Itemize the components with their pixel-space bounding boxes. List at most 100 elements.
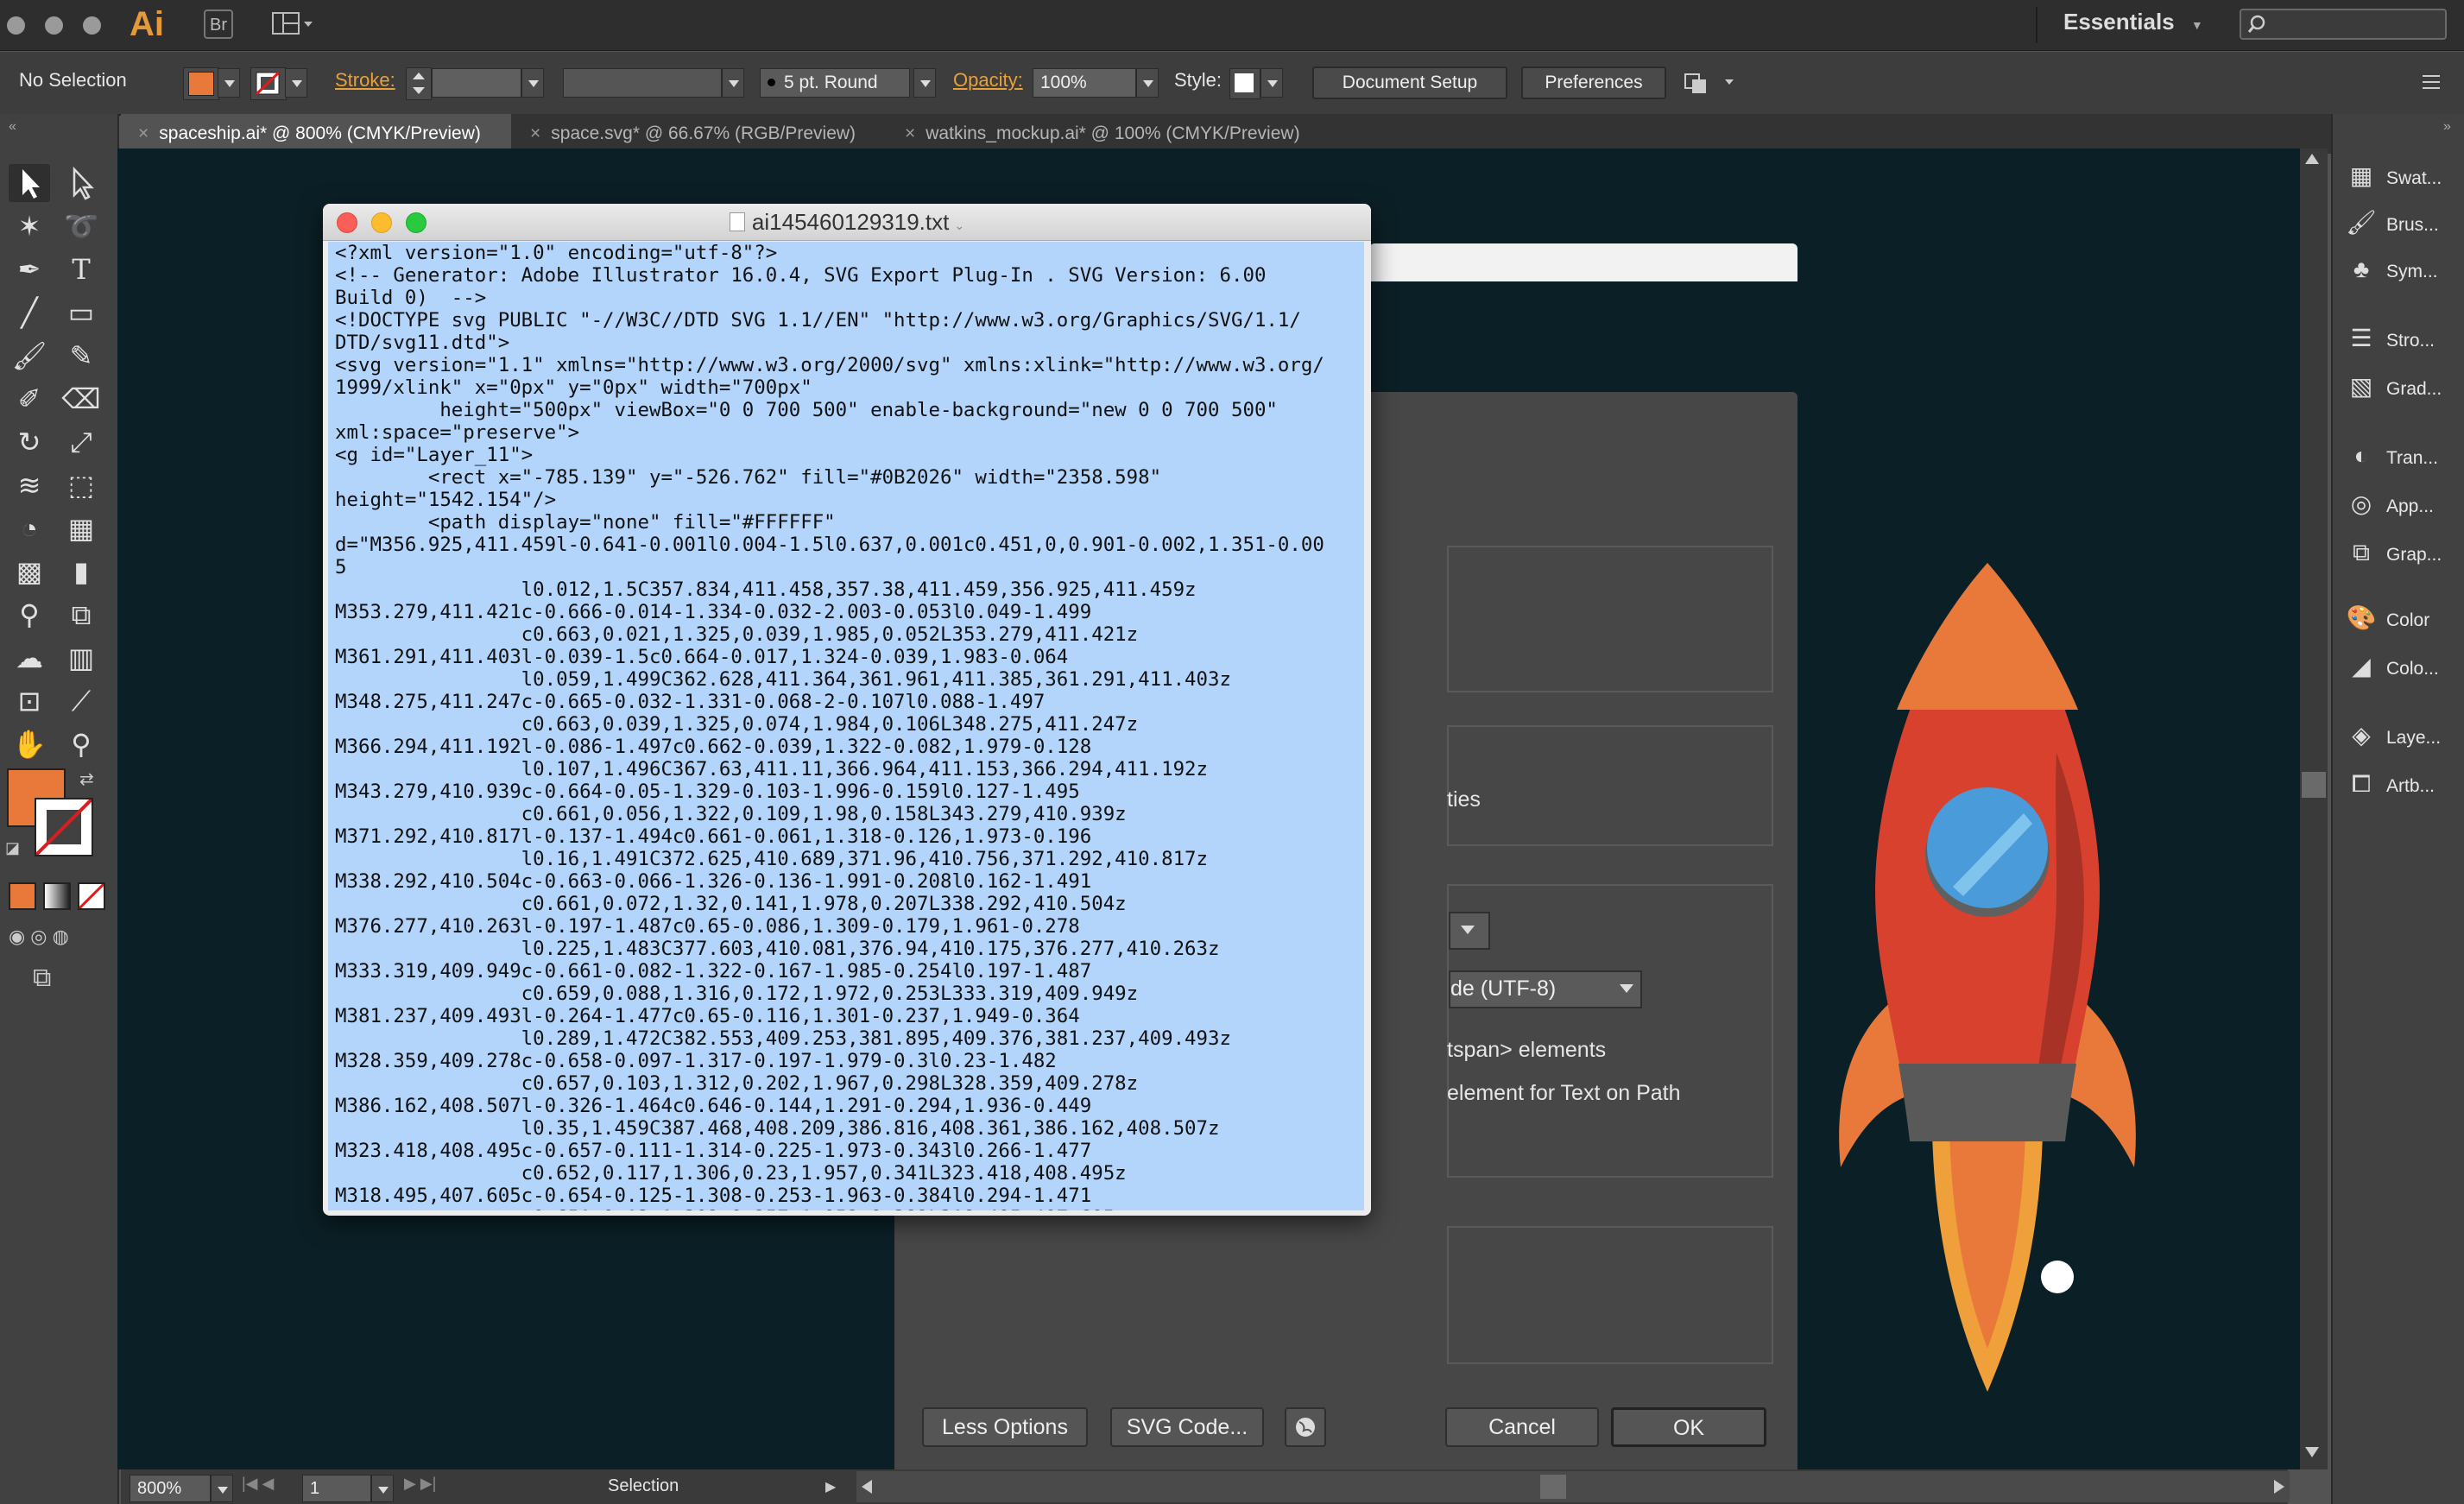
close-tab-icon[interactable]: ×: [530, 123, 540, 143]
cancel-button[interactable]: Cancel: [1445, 1407, 1599, 1447]
stroke-label[interactable]: Stroke:: [335, 69, 395, 92]
status-menu-icon[interactable]: ▶: [825, 1478, 836, 1495]
artboard-number-field[interactable]: 1: [302, 1475, 371, 1502]
panel-swatches[interactable]: ▦ Swat...: [2345, 155, 2442, 197]
svg-source-code[interactable]: <?xml version="1.0" encoding="utf-8"?> <…: [328, 242, 1364, 1210]
dropdown[interactable]: [1449, 912, 1490, 950]
selection-tool-icon[interactable]: [9, 164, 50, 202]
artboard-tool-icon[interactable]: ⊡: [9, 682, 50, 720]
pencil-tool-icon[interactable]: ✎: [60, 337, 102, 375]
direct-selection-tool-icon[interactable]: [60, 164, 102, 202]
panel-appearance[interactable]: ◎ App...: [2345, 483, 2434, 525]
panel-artboards[interactable]: ⧠ Artb...: [2345, 763, 2435, 805]
variable-width-dropdown[interactable]: [722, 68, 744, 98]
stroke-swatch[interactable]: [250, 67, 287, 100]
panel-gradient[interactable]: ▧ Grad...: [2345, 366, 2442, 408]
zoom-tool-icon[interactable]: ⚲: [60, 725, 102, 763]
style-dropdown[interactable]: [1260, 68, 1283, 98]
fill-swatch[interactable]: [183, 67, 219, 100]
drawing-modes[interactable]: ◉ ◎ ◍: [9, 926, 102, 951]
default-colors-icon[interactable]: ◪: [5, 839, 20, 857]
document-setup-button[interactable]: Document Setup: [1312, 66, 1507, 99]
lasso-tool-icon[interactable]: ➰: [60, 207, 102, 245]
arrange-documents-button[interactable]: [269, 9, 318, 39]
text-content-area[interactable]: <?xml version="1.0" encoding="utf-8"?> <…: [328, 242, 1364, 1210]
workspace-switcher[interactable]: Essentials ▼: [2063, 9, 2203, 35]
next-artboard-icon[interactable]: ▶ ▶|: [404, 1475, 436, 1493]
panel-symbols[interactable]: ♣ Sym...: [2345, 249, 2438, 290]
panel-menu-icon[interactable]: [2417, 69, 2443, 95]
rectangle-tool-icon[interactable]: ▭: [60, 294, 102, 332]
rotate-tool-icon[interactable]: ↻: [9, 423, 50, 461]
screen-mode-icon[interactable]: ⧉: [33, 964, 51, 993]
mesh-tool-icon[interactable]: ▩: [9, 553, 50, 591]
swap-fill-stroke-icon[interactable]: ⇄: [79, 768, 94, 790]
panel-color-guide[interactable]: ◢ Colo...: [2345, 646, 2438, 687]
panel-stroke[interactable]: ☰ Stro...: [2345, 318, 2435, 359]
brush-dropdown[interactable]: [913, 68, 936, 98]
stroke-weight-field[interactable]: [432, 68, 521, 98]
stroke-dropdown[interactable]: [285, 68, 307, 98]
perspective-grid-tool-icon[interactable]: ▦: [60, 509, 102, 547]
paintbrush-tool-icon[interactable]: 🖌: [9, 337, 50, 375]
variable-width-profile[interactable]: [563, 68, 722, 98]
stroke-weight-stepper[interactable]: [406, 67, 432, 100]
panel-transparency[interactable]: ◐ Tran...: [2345, 435, 2438, 477]
panel-brushes[interactable]: 🖌 Brus...: [2345, 202, 2438, 243]
warp-tool-icon[interactable]: ≋: [9, 466, 50, 504]
type-tool-icon[interactable]: T: [60, 250, 102, 288]
document-title[interactable]: ai145460129319.txt ⌄: [323, 204, 1371, 240]
close-tab-icon[interactable]: ×: [905, 123, 915, 143]
eraser-tool-icon[interactable]: ⌫: [60, 380, 102, 418]
stroke-weight-dropdown[interactable]: [521, 68, 544, 98]
first-artboard-icon[interactable]: |◀ ◀: [242, 1475, 274, 1493]
opacity-field[interactable]: 100%: [1033, 68, 1136, 98]
artboard-dropdown[interactable]: [371, 1475, 394, 1502]
search-input[interactable]: [2240, 9, 2447, 40]
stroke-color-box[interactable]: [35, 798, 93, 856]
gradient-mode-button[interactable]: [43, 882, 71, 910]
shape-builder-tool-icon[interactable]: ◔: [9, 509, 50, 547]
preferences-button[interactable]: Preferences: [1521, 66, 1666, 99]
symbol-sprayer-tool-icon[interactable]: ☁: [9, 639, 50, 677]
graphic-style-swatch[interactable]: [1229, 68, 1260, 99]
collapse-icon[interactable]: «: [9, 119, 16, 135]
option-label[interactable]: element for Text on Path: [1447, 1081, 1681, 1106]
panel-graphic-styles[interactable]: ⧉ Grap...: [2345, 532, 2442, 573]
current-tool-status[interactable]: Selection: [608, 1476, 679, 1496]
zoom-dropdown[interactable]: [211, 1475, 233, 1502]
encoding-select[interactable]: de (UTF-8): [1449, 970, 1642, 1008]
pen-tool-icon[interactable]: ✒: [9, 250, 50, 288]
ok-button[interactable]: OK: [1611, 1407, 1766, 1447]
arrange-objects-button[interactable]: [1684, 67, 1735, 98]
free-transform-tool-icon[interactable]: ⬚: [60, 466, 102, 504]
svg-code-button[interactable]: SVG Code...: [1110, 1407, 1264, 1447]
zoom-field[interactable]: 800%: [130, 1475, 211, 1502]
gradient-tool-icon[interactable]: ▮: [60, 553, 102, 591]
close-tab-icon[interactable]: ×: [138, 123, 148, 143]
blob-brush-tool-icon[interactable]: ✐: [9, 380, 50, 418]
opacity-dropdown[interactable]: [1136, 68, 1159, 98]
color-mode-button[interactable]: [9, 882, 36, 910]
panel-layers[interactable]: ◈ Laye...: [2345, 715, 2441, 756]
none-mode-button[interactable]: [78, 882, 105, 910]
vertical-scrollbar[interactable]: [2300, 149, 2328, 1469]
opacity-label[interactable]: Opacity:: [953, 69, 1023, 92]
scale-tool-icon[interactable]: ⤢: [60, 423, 102, 461]
minimize-window-icon[interactable]: [45, 16, 63, 35]
horizontal-scrollbar[interactable]: [856, 1471, 2290, 1502]
brush-definition[interactable]: 5 pt. Round: [760, 68, 910, 98]
close-window-icon[interactable]: [7, 16, 25, 35]
zoom-window-icon[interactable]: [83, 16, 101, 35]
option-label[interactable]: tspan> elements: [1447, 1038, 1606, 1063]
slice-tool-icon[interactable]: ⟋: [60, 682, 102, 720]
collapse-icon[interactable]: »: [2443, 119, 2451, 135]
less-options-button[interactable]: Less Options: [922, 1407, 1088, 1447]
blend-tool-icon[interactable]: ⧉: [60, 596, 102, 634]
line-segment-tool-icon[interactable]: ╱: [9, 294, 50, 332]
hand-tool-icon[interactable]: ✋: [9, 725, 50, 763]
eyedropper-tool-icon[interactable]: ⚲: [9, 596, 50, 634]
web-preview-button[interactable]: [1285, 1407, 1326, 1447]
panel-color[interactable]: 🎨 Color: [2345, 597, 2430, 639]
graph-tool-icon[interactable]: ▥: [60, 639, 102, 677]
